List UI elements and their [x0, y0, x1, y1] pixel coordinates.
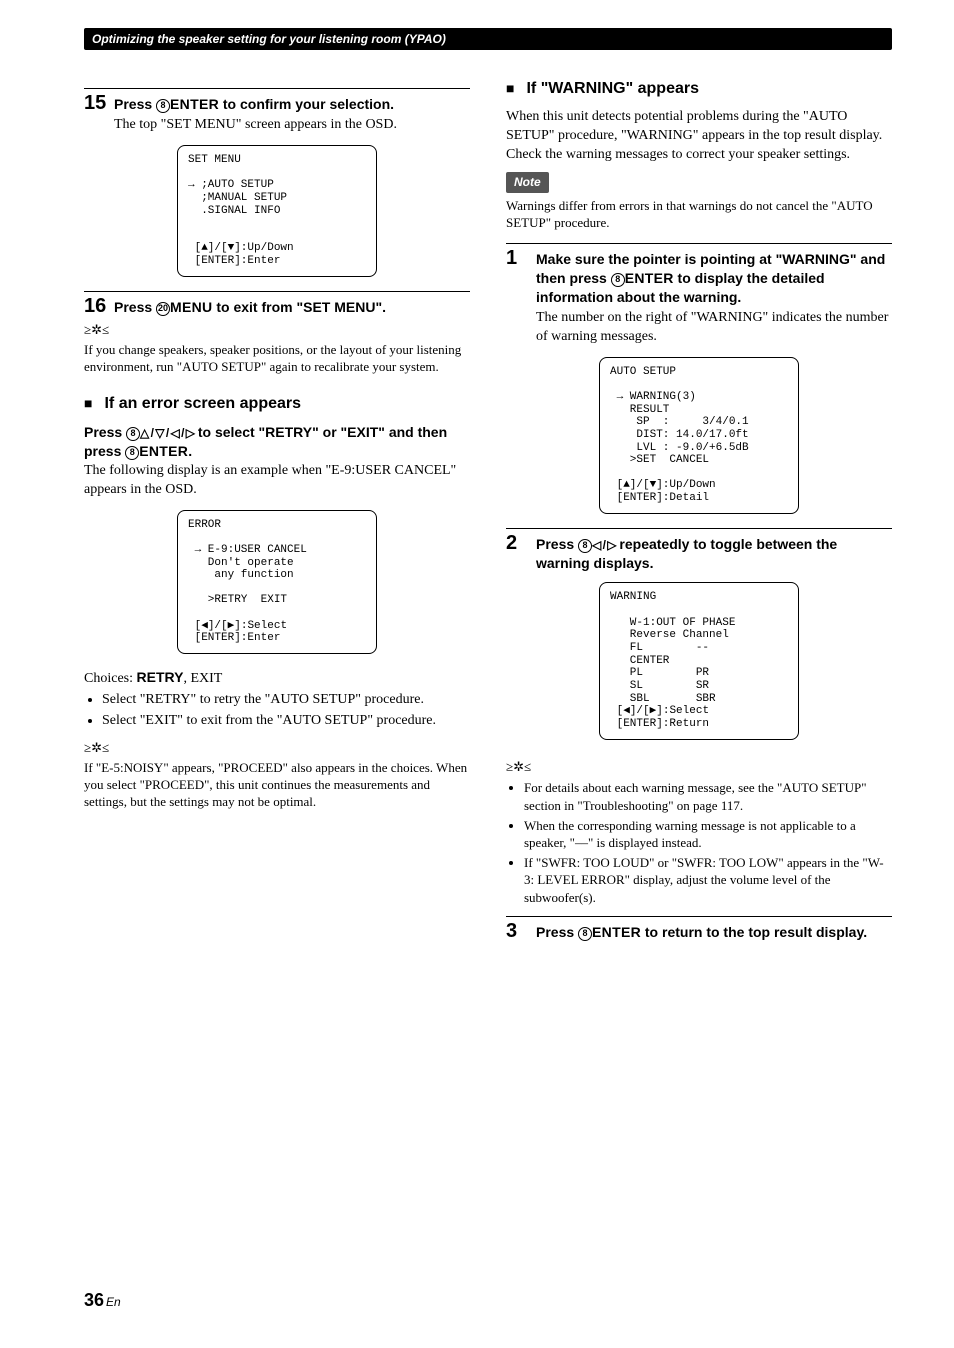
osd-auto-setup: AUTO SETUP → WARNING(3) RESULT SP : 3/4/… [599, 357, 799, 514]
error-press-instruction: Press 8△ / ▽ / ◁ / ▷ to select "RETRY" o… [84, 423, 470, 462]
osd-set-menu: SET MENU → ;AUTO SETUP ;MANUAL SETUP .SI… [177, 145, 377, 277]
choices-line: Choices: RETRY, EXIT [84, 668, 470, 689]
step-2: 2 Press 8◁ / ▷ repeatedly to toggle betw… [506, 528, 892, 573]
remote-key-icon: 8 [578, 539, 592, 553]
step-number: 3 [506, 921, 536, 941]
section-error: ■ If an error screen appears [84, 393, 470, 415]
left-column: 15 Press 8ENTER to confirm your selectio… [84, 78, 470, 942]
warning-notes-list: For details about each warning message, … [506, 779, 892, 906]
step-number: 16 [84, 296, 114, 316]
step-16: 16 Press 20MENU to exit from "SET MENU". [84, 291, 470, 317]
tip-icon: ≥✲≤ [84, 321, 109, 339]
page-number: 36En [84, 1288, 121, 1312]
step-1: 1 Make sure the pointer is pointing at "… [506, 243, 892, 346]
tip-text: If you change speakers, speaker position… [84, 341, 470, 376]
note-body: Warnings differ from errors in that warn… [506, 197, 892, 232]
section-warning: ■ If "WARNING" appears [506, 78, 892, 100]
step-instruction: Press 8ENTER to confirm your selection. [114, 95, 394, 114]
step-instruction: Press 8◁ / ▷ repeatedly to toggle betwee… [536, 535, 892, 573]
bullet-square-icon: ■ [506, 81, 514, 95]
step-3: 3 Press 8ENTER to return to the top resu… [506, 916, 892, 942]
remote-key-icon: 8 [126, 427, 140, 441]
section-title: If "WARNING" appears [526, 78, 699, 100]
tip-icon: ≥✲≤ [506, 758, 531, 776]
warning-intro: When this unit detects potential problem… [506, 108, 892, 165]
remote-key-icon: 8 [156, 99, 170, 113]
remote-key-icon: 8 [578, 927, 592, 941]
step-number: 1 [506, 248, 536, 268]
note-tag: Note [506, 172, 549, 192]
remote-key-icon: 8 [125, 446, 139, 460]
step-15: 15 Press 8ENTER to confirm your selectio… [84, 88, 470, 135]
list-item: When the corresponding warning message i… [524, 817, 892, 852]
step-number: 2 [506, 533, 536, 553]
page-header: Optimizing the speaker setting for your … [84, 28, 892, 50]
step-follow-text: The number on the right of "WARNING" ind… [536, 309, 892, 347]
osd-error: ERROR → E-9:USER CANCEL Don't operate an… [177, 510, 377, 654]
list-item: For details about each warning message, … [524, 779, 892, 814]
step-instruction: Press 20MENU to exit from "SET MENU". [114, 298, 386, 317]
right-column: ■ If "WARNING" appears When this unit de… [506, 78, 892, 942]
remote-key-icon: 8 [611, 273, 625, 287]
tip-icon: ≥✲≤ [84, 739, 109, 757]
error-follow-text: The following display is an example when… [84, 462, 470, 500]
bullet-square-icon: ■ [84, 396, 92, 410]
step-instruction: Make sure the pointer is pointing at "WA… [536, 250, 892, 307]
section-title: If an error screen appears [104, 393, 301, 415]
list-item: Select "EXIT" to exit from the "AUTO SET… [102, 712, 470, 731]
list-item: If "SWFR: TOO LOUD" or "SWFR: TOO LOW" a… [524, 854, 892, 907]
choices-list: Select "RETRY" to retry the "AUTO SETUP"… [84, 691, 470, 731]
step-follow-text: The top "SET MENU" screen appears in the… [114, 116, 470, 135]
list-item: Select "RETRY" to retry the "AUTO SETUP"… [102, 691, 470, 710]
step-instruction: Press 8ENTER to return to the top result… [536, 923, 867, 942]
osd-warning-detail: WARNING W-1:OUT OF PHASE Reverse Channel… [599, 582, 799, 739]
step-number: 15 [84, 93, 114, 113]
tip-text: If "E-5:NOISY" appears, "PROCEED" also a… [84, 759, 470, 811]
remote-key-icon: 20 [156, 302, 170, 316]
